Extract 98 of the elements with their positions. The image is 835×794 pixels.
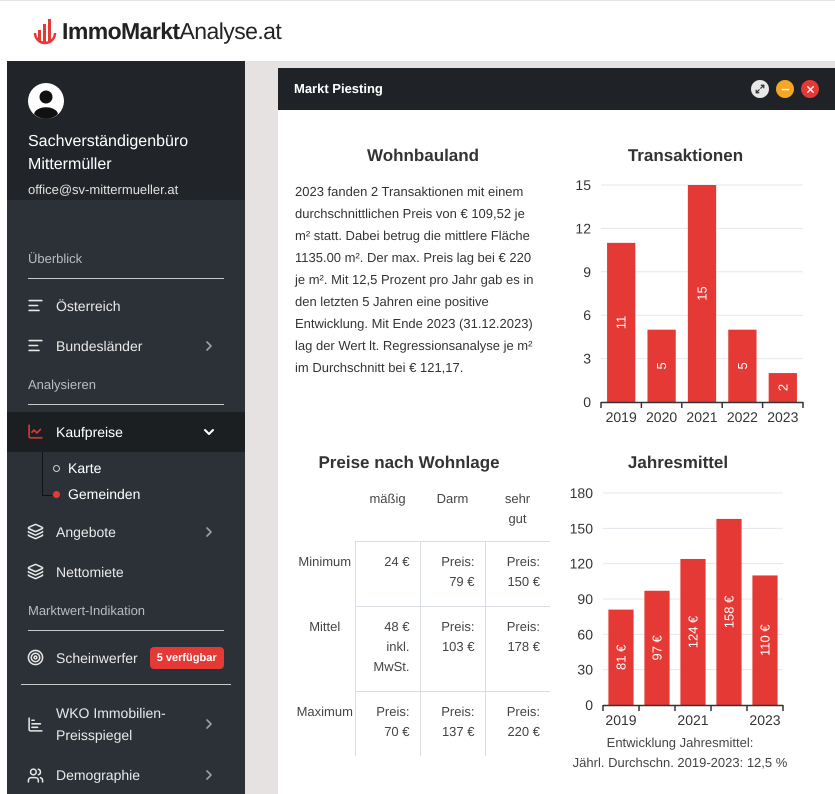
x-tick-label: 2021 — [677, 712, 709, 728]
profile-email: office@sv-mittermueller.at — [28, 181, 180, 199]
y-tick-label: 9 — [583, 263, 591, 280]
section-heading: Analysieren — [28, 376, 96, 392]
value-label: 124 € — [686, 616, 700, 648]
lines-icon — [27, 297, 44, 314]
close-button[interactable] — [801, 80, 819, 98]
sidebar-item[interactable]: Scheinwerfer 5 verfügbar — [7, 638, 245, 678]
submenu-item-label: Karte — [68, 459, 102, 478]
window-title: Markt Piesting — [294, 80, 384, 98]
x-tick-label: 2019 — [606, 408, 637, 424]
expand-icon — [755, 84, 765, 94]
row-header: Minimum — [295, 542, 355, 606]
y-tick-label: 6 — [583, 306, 591, 323]
x-tick-label: 2021 — [686, 408, 718, 424]
chart-note: Jährl. Durchschn. 2019-2023: 12,5 % — [572, 754, 788, 772]
y-tick-label: 0 — [585, 697, 593, 713]
table-cell: Preis: 70 € — [355, 692, 420, 756]
logo-text: ImmoMarktAnalyse.at — [62, 16, 282, 46]
x-tick-label: 2019 — [605, 712, 637, 728]
chart-note: Entwicklung Jahresmittel: — [606, 734, 754, 752]
column-header: mäßig — [355, 489, 420, 542]
sidebar-item[interactable]: Nettomiete — [7, 552, 245, 592]
tree-connector — [42, 452, 52, 496]
value-label: 110 € — [758, 624, 772, 656]
y-tick-label: 3 — [583, 350, 591, 366]
bar-chart-icon — [27, 716, 44, 732]
sidebar-item-label: Scheinwerfer — [56, 648, 138, 668]
y-tick-label: 180 — [570, 485, 593, 501]
users-icon — [27, 766, 44, 784]
value-label: 5 — [654, 362, 670, 369]
y-tick-label: 0 — [583, 394, 591, 410]
sidebar-item[interactable]: Angebote — [7, 512, 245, 552]
x-tick-label: 2023 — [767, 408, 798, 424]
sidebar-item-label: Österreich — [56, 296, 121, 316]
column-header: sehr gut — [485, 489, 550, 542]
y-tick-label: 60 — [577, 626, 593, 642]
profile-name: Sachverständigenbüro Mittermüller — [28, 132, 190, 175]
sidebar-item-label: Bundesländer — [56, 336, 142, 356]
sidebar-item[interactable]: Kaufpreise — [7, 412, 245, 452]
line-chart-icon — [27, 423, 44, 440]
sidebar-item-label: Kaufpreise — [56, 422, 123, 442]
logo-icon — [32, 17, 58, 45]
sidebar-item-label: Demographie — [56, 766, 140, 785]
chart-title: Jahresmittel — [626, 452, 730, 474]
x-tick-label: 2023 — [749, 712, 781, 728]
summary-paragraph: 2023 fanden 2 Transaktionen mit einem durchschnittlichen Preis von € 109,52 je m² statt. Dabei betrug die mittlere Fläche 1135.00 m². Der max. Preis lag bei € 220 je m². Mit 12,5 Prozent pro Jahr gab es in den letzten 5 Jahren eine positive Entwicklung. Mit Ende 2023 (31.12.2023) lag der Wert lt. Regressionsanalyse je m² im Durchschnitt bei € 121,17. — [295, 182, 534, 376]
sidebar-item-label: WKO Immobilien-Preisspiegel — [56, 704, 167, 745]
target-icon — [27, 649, 44, 666]
table-cell: Preis: 178 € — [485, 606, 550, 692]
y-tick-label: 15 — [575, 176, 591, 192]
y-tick-label: 12 — [575, 220, 591, 236]
chart-title: Transaktionen — [626, 145, 744, 167]
submenu-item[interactable]: Karte — [53, 456, 245, 482]
y-tick-label: 150 — [570, 520, 593, 536]
sidebar-item[interactable]: WKO Immobilien-Preisspiegel — [7, 693, 245, 755]
close-icon — [804, 84, 816, 94]
value-label: 2 — [775, 383, 790, 391]
count-badge: 5 verfügbar — [150, 646, 224, 669]
column-header: Darm — [420, 489, 485, 542]
x-tick-label: 2020 — [646, 408, 678, 424]
y-tick-label: 120 — [570, 556, 593, 572]
sidebar-item[interactable]: Österreich — [7, 286, 245, 326]
sidebar-item[interactable]: Demographie — [7, 755, 245, 794]
section-heading: Marktwert-Indikation — [28, 602, 146, 618]
row-header: Maximum — [295, 692, 355, 756]
row-header: Mittel — [295, 606, 355, 692]
minimize-button[interactable] — [776, 80, 794, 98]
value-label: 97 € — [650, 635, 664, 661]
value-label: 15 — [694, 286, 710, 300]
section-heading: Überblick — [28, 250, 82, 266]
layers-icon — [27, 523, 44, 540]
y-tick-label: 30 — [577, 662, 593, 678]
expand-button[interactable] — [751, 80, 769, 98]
section-title: Preise nach Wohnlage — [317, 452, 501, 474]
sidebar-item-label: Angebote — [56, 522, 116, 542]
y-tick-label: 90 — [577, 591, 593, 607]
value-label: 5 — [734, 362, 750, 369]
avatar-icon — [28, 83, 64, 119]
lines-icon — [27, 337, 44, 354]
table-cell: Preis: 220 € — [485, 692, 550, 756]
table-cell: Preis: 150 € — [485, 542, 550, 606]
table-cell: Preis: 103 € — [420, 606, 485, 692]
table-cell: 24 € — [355, 542, 420, 606]
value-label: 81 € — [614, 644, 628, 670]
value-label: 11 — [614, 315, 629, 329]
table-cell: 48 € inkl. MwSt. — [355, 606, 420, 692]
x-tick-label: 2022 — [726, 408, 758, 424]
table-cell: Preis: 137 € — [420, 692, 485, 756]
bar — [768, 372, 797, 402]
value-label: 158 € — [722, 596, 736, 628]
section-title: Wohnbauland — [366, 145, 480, 167]
table-cell: Preis: 79 € — [420, 542, 485, 606]
sidebar-item-label: Nettomiete — [56, 562, 124, 582]
sidebar-item[interactable]: Bundesländer — [7, 326, 245, 366]
submenu-item[interactable]: Gemeinden — [53, 482, 245, 508]
submenu-item-label: Gemeinden — [68, 485, 140, 504]
layers-icon — [27, 563, 44, 580]
